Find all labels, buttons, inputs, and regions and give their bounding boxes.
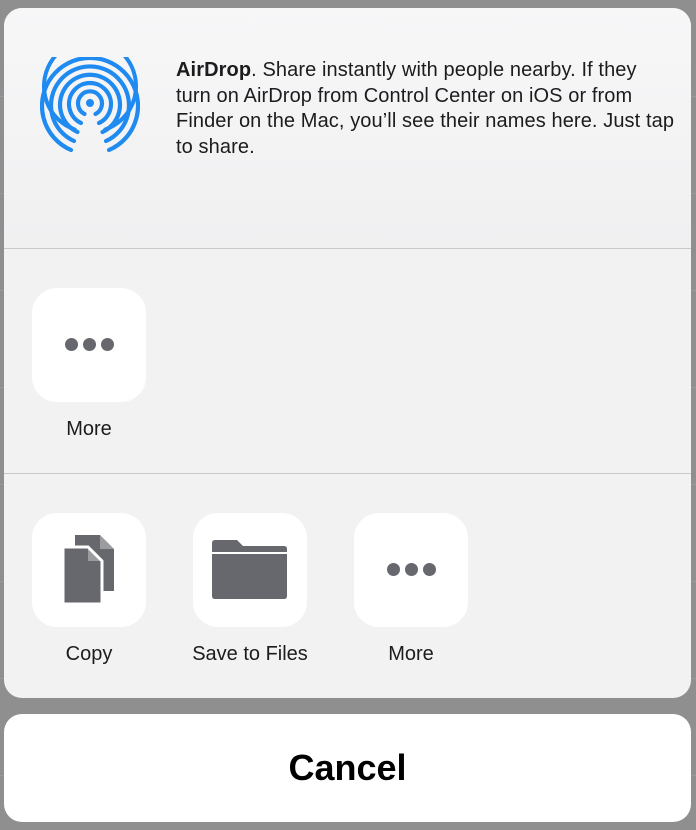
airdrop-section: AirDrop. Share instantly with people nea… <box>4 8 691 248</box>
save-to-files-tile <box>193 513 307 627</box>
airdrop-body: . Share instantly with people nearby. If… <box>176 59 675 158</box>
divider <box>4 473 691 474</box>
share-sheet: AirDrop. Share instantly with people nea… <box>4 8 691 698</box>
save-to-files-label: Save to Files <box>192 643 308 665</box>
ellipsis-icon <box>32 338 146 356</box>
more-actions-button[interactable]: More <box>331 513 491 666</box>
divider <box>4 248 691 249</box>
airdrop-description: AirDrop. Share instantly with people nea… <box>176 58 676 160</box>
more-people-button[interactable]: More <box>9 288 169 441</box>
folder-icon <box>212 540 287 599</box>
more-label: More <box>388 643 434 665</box>
cancel-button[interactable]: Cancel <box>4 714 691 822</box>
copy-icon <box>61 535 114 606</box>
copy-button[interactable]: Copy <box>9 513 169 666</box>
more-tile <box>354 513 468 627</box>
ellipsis-icon <box>354 563 468 581</box>
airdrop-icon <box>40 57 140 153</box>
more-tile <box>32 288 146 402</box>
save-to-files-button[interactable]: Save to Files <box>170 513 330 666</box>
airdrop-title: AirDrop <box>176 59 252 81</box>
more-label: More <box>66 418 112 440</box>
copy-tile <box>32 513 146 627</box>
copy-label: Copy <box>65 643 113 665</box>
